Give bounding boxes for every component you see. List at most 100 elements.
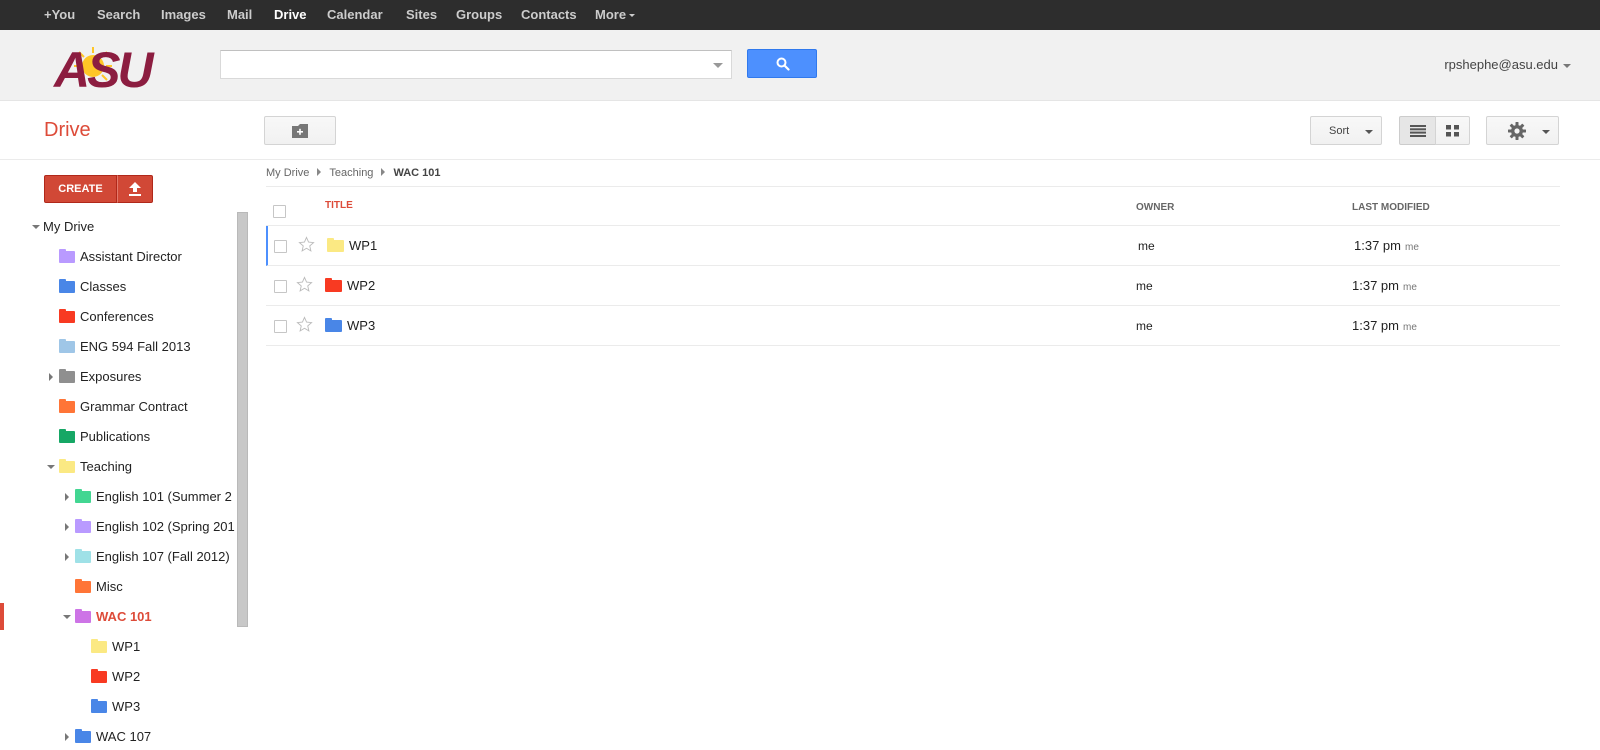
row-checkbox[interactable] [274,320,287,333]
app-title[interactable]: Drive [44,119,91,142]
new-folder-icon [292,124,308,138]
expand-arrow-icon[interactable] [65,493,69,501]
file-name[interactable]: WP1 [349,238,377,253]
chevron-down-icon [629,14,636,18]
breadcrumb-separator-icon [381,168,386,176]
tree-item-label: ENG 594 Fall 2013 [80,339,191,354]
modified-by: me [1404,242,1419,253]
star-icon[interactable] [296,316,313,333]
star-icon[interactable] [296,276,313,293]
create-button[interactable]: CREATE [44,175,117,203]
breadcrumb-current: WAC 101 [393,167,441,179]
sort-button[interactable]: Sort [1310,116,1382,145]
list-view-button[interactable] [1399,116,1436,145]
file-modified: 1:37 pm me [1354,238,1419,253]
column-last-modified[interactable]: LAST MODIFIED [1352,202,1430,213]
chevron-down-icon [1563,63,1571,68]
breadcrumb-my-drive[interactable]: My Drive [266,167,309,179]
nav-search[interactable]: Search [97,7,140,22]
folder-icon [59,279,75,293]
collapse-arrow-icon[interactable] [63,615,71,619]
toolbar: Drive Sort [0,101,1600,160]
folder-icon [91,699,107,713]
breadcrumb: My Drive Teaching WAC 101 [266,167,441,179]
column-owner[interactable]: OWNER [1136,202,1174,213]
file-owner: me [1136,319,1153,333]
expand-arrow-icon[interactable] [65,553,69,561]
folder-icon [91,669,107,683]
star-icon[interactable] [298,236,315,253]
selected-indicator [0,603,4,630]
search-button[interactable] [747,49,817,78]
row-checkbox[interactable] [274,280,287,293]
folder-icon [59,429,75,443]
tree-item-label: WP2 [112,669,141,684]
gear-icon [1508,122,1526,140]
tree-item-label: WAC 101 [96,609,152,624]
row-checkbox[interactable] [274,240,287,253]
file-row[interactable]: WP3 me 1:37 pm me [266,306,1560,346]
search-icon [776,57,790,71]
modified-by: me [1402,322,1417,333]
shared-folder-icon [59,339,75,353]
collapse-arrow-icon[interactable] [47,465,55,469]
tree-item-label: English 101 (Summer 2 [96,489,232,504]
folder-icon [59,369,75,383]
grid-view-button[interactable] [1435,116,1470,145]
folder-icon [327,238,344,252]
expand-arrow-icon[interactable] [65,733,69,741]
expand-arrow-icon[interactable] [49,373,53,381]
modified-by: me [1402,282,1417,293]
search-box [220,50,732,79]
collapse-arrow-icon[interactable] [32,225,40,229]
nav-drive[interactable]: Drive [274,7,307,22]
search-options-dropdown-icon[interactable] [713,63,723,68]
tree-item-label: Classes [80,279,127,294]
tree-item-label: Exposures [80,369,142,384]
file-row[interactable]: WP1 me 1:37 pm me [266,226,1560,266]
breadcrumb-teaching[interactable]: Teaching [329,167,373,179]
nav-plus-you[interactable]: +You [44,7,75,22]
new-folder-button[interactable] [264,116,336,145]
nav-calendar[interactable]: Calendar [327,7,383,22]
nav-mail[interactable]: Mail [227,7,252,22]
nav-images[interactable]: Images [161,7,206,22]
tree-item-label: Teaching [80,459,133,474]
folder-icon [325,278,342,292]
file-row[interactable]: WP2 me 1:37 pm me [266,266,1560,306]
nav-sites[interactable]: Sites [406,7,437,22]
tree-item-label: Conferences [80,309,154,324]
tree-item-label: English 102 (Spring 201 [96,519,235,534]
chevron-down-icon [1542,130,1550,134]
logo-text: ASU [52,42,155,93]
file-name[interactable]: WP3 [347,318,375,333]
folder-icon [75,729,91,743]
file-name[interactable]: WP2 [347,278,375,293]
modified-time: 1:37 pm [1354,238,1401,253]
settings-button[interactable] [1486,116,1559,145]
asu-logo[interactable]: ASU [52,39,176,93]
upload-button[interactable] [117,175,153,203]
folder-icon [75,549,91,563]
list-view-icon [1410,125,1426,137]
tree-item-label: WP1 [112,639,141,654]
tree-item-label: WAC 107 [96,729,152,744]
folder-icon [59,459,75,473]
nav-contacts[interactable]: Contacts [521,7,577,22]
grid-view-icon [1446,125,1459,137]
tree-item-label: Publications [80,429,151,444]
tree-item-label: Misc [96,579,123,594]
folder-icon [75,609,91,623]
account-menu[interactable]: rpshephe@asu.edu [1444,57,1571,72]
file-modified: 1:37 pm me [1352,318,1417,333]
tree-item-label: Grammar Contract [80,399,188,414]
folder-icon [75,519,91,533]
sidebar-scrollbar[interactable] [237,212,248,627]
folder-icon [59,399,75,413]
column-title[interactable]: TITLE [325,200,353,211]
select-all-checkbox[interactable] [273,205,286,218]
nav-groups[interactable]: Groups [456,7,502,22]
nav-more[interactable]: More [595,7,636,22]
expand-arrow-icon[interactable] [65,523,69,531]
search-input[interactable] [221,51,691,78]
